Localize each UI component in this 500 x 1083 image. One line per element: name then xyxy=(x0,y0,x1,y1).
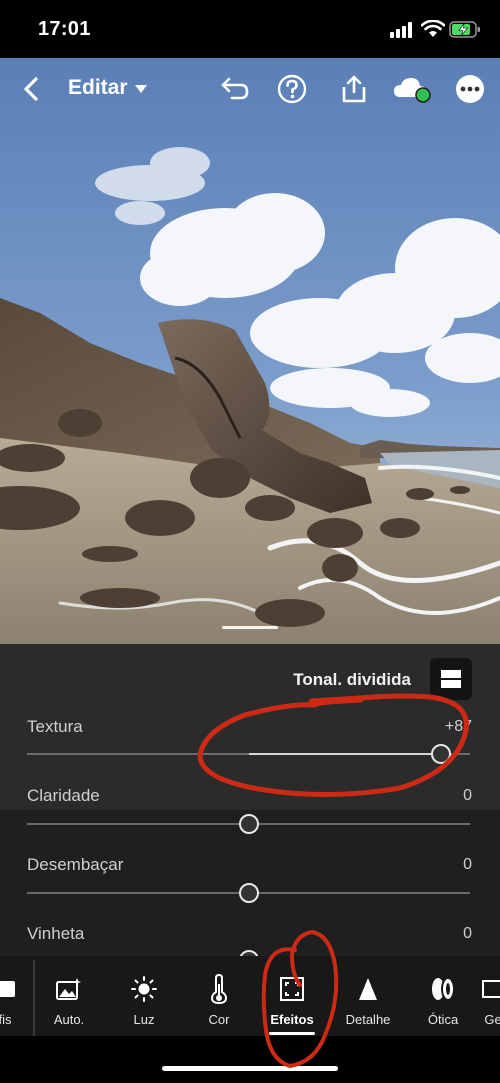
battery-charging-icon xyxy=(449,21,480,38)
tool-color[interactable]: Cor xyxy=(184,956,254,1036)
slider-value-clarity: 0 xyxy=(463,787,472,804)
tool-label: Cor xyxy=(208,1012,230,1027)
tool-effects[interactable]: Efeitos xyxy=(257,956,327,1036)
slider-label-texture: Textura xyxy=(27,717,83,736)
tool-label: Auto. xyxy=(53,1012,85,1027)
bottom-safe-area xyxy=(0,1036,500,1083)
tool-label: Detalhe xyxy=(345,1012,391,1027)
edit-menu-title[interactable]: Editar xyxy=(68,76,128,100)
wifi-icon xyxy=(421,20,445,37)
split-toning-icon xyxy=(441,670,461,688)
section-title[interactable]: Tonal. dividida xyxy=(293,670,411,690)
tool-detail[interactable]: Detalhe xyxy=(333,956,403,1036)
edit-panel: Tonal. dividida Textura +87 Claridade 0 … xyxy=(0,644,500,956)
tool-label: Ótica xyxy=(427,1012,459,1027)
tool-label: Ge xyxy=(484,1012,500,1027)
help-button[interactable] xyxy=(272,68,312,110)
cloud-sync-icon xyxy=(394,78,431,103)
thermometer-icon xyxy=(209,970,229,1008)
help-icon xyxy=(277,74,307,104)
cloud-sync-button[interactable] xyxy=(390,68,434,110)
slider-thumb-clarity[interactable] xyxy=(238,814,259,834)
back-icon xyxy=(24,77,38,101)
optics-icon xyxy=(429,970,457,1008)
cellular-signal-icon xyxy=(390,22,412,38)
geometry-icon xyxy=(480,970,500,1008)
slider-label-clarity: Claridade xyxy=(27,786,100,805)
effects-icon xyxy=(279,970,305,1008)
edit-toolbar: fis Auto. Luz Cor Efeitos Detalhe Ótica … xyxy=(0,956,500,1036)
detail-icon xyxy=(357,970,379,1008)
slider-label-vignette: Vinheta xyxy=(27,924,85,943)
more-button[interactable] xyxy=(450,68,490,110)
home-indicator xyxy=(162,1066,338,1071)
tool-light[interactable]: Luz xyxy=(109,956,179,1036)
presets-icon xyxy=(0,970,18,1008)
tool-geometry[interactable]: Ge xyxy=(458,956,500,1036)
tool-label: Efeitos xyxy=(270,1012,314,1027)
more-icon xyxy=(456,75,484,103)
chevron-down-icon[interactable] xyxy=(134,84,148,94)
slider-value-texture: +87 xyxy=(444,718,472,735)
tool-auto[interactable]: Auto. xyxy=(34,956,104,1036)
slider-fill-texture xyxy=(248,753,442,755)
share-button[interactable] xyxy=(334,68,374,110)
back-button[interactable] xyxy=(14,68,48,110)
slider-label-dehaze: Desembaçar xyxy=(27,855,124,874)
tool-label: fis xyxy=(0,1012,12,1027)
active-tool-underline xyxy=(269,1032,315,1035)
tool-label: Luz xyxy=(133,1012,155,1027)
slider-thumb-dehaze[interactable] xyxy=(238,883,259,903)
status-time: 17:01 xyxy=(38,18,91,40)
sun-icon xyxy=(130,970,158,1008)
share-icon xyxy=(342,75,366,103)
image-pager-indicator xyxy=(222,626,278,629)
undo-button[interactable] xyxy=(214,68,254,110)
auto-icon xyxy=(55,970,83,1008)
slider-value-vignette: 0 xyxy=(463,925,472,942)
undo-icon xyxy=(221,77,249,100)
slider-value-dehaze: 0 xyxy=(463,856,472,873)
split-toning-button[interactable] xyxy=(430,658,472,700)
photo-preview[interactable] xyxy=(0,58,500,644)
